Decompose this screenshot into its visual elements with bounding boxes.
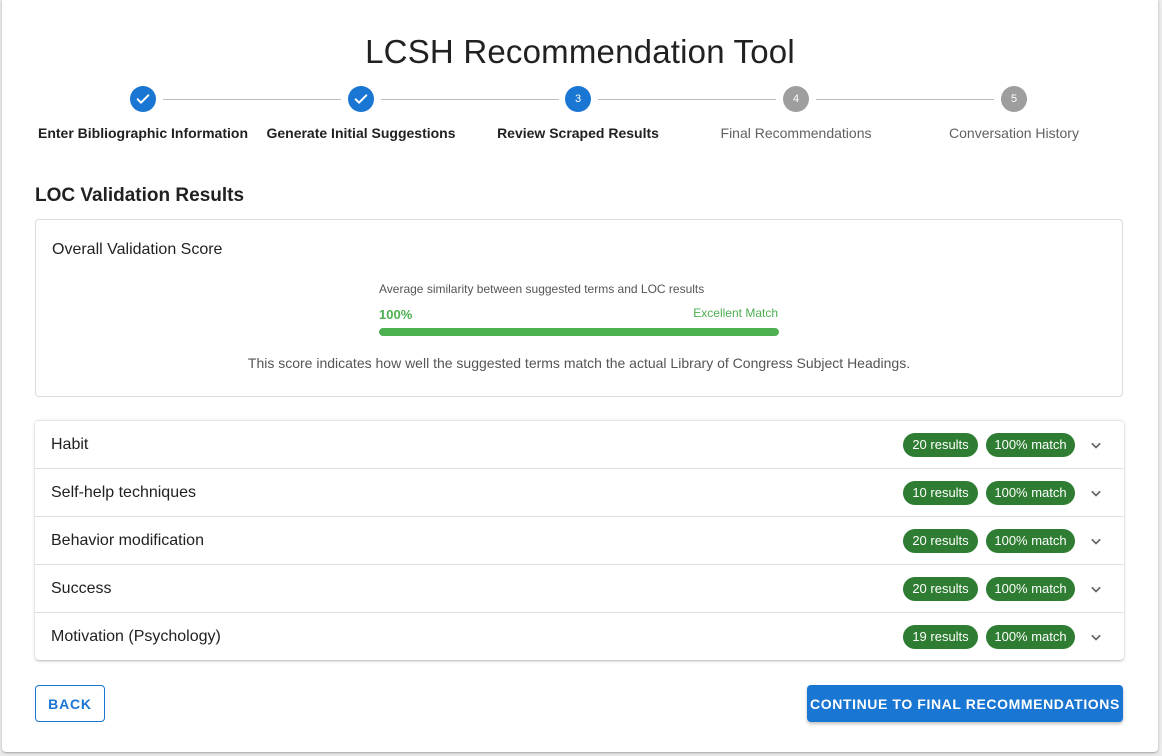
check-icon: [130, 86, 156, 112]
step-label: Generate Initial Suggestions: [266, 125, 456, 141]
score-progress-fill: [379, 328, 779, 336]
score-percentage: 100%: [379, 307, 413, 322]
back-button[interactable]: BACK: [35, 685, 105, 722]
results-count-chip: 19 results: [903, 624, 978, 649]
score-description: Average similarity between suggested ter…: [379, 282, 705, 296]
term-row-habit[interactable]: Habit 20 results 100% match: [35, 420, 1124, 468]
term-label: Behavior modification: [51, 531, 204, 549]
chevron-down-icon[interactable]: [1086, 531, 1106, 551]
step-label: Conversation History: [949, 125, 1079, 141]
chevron-down-icon[interactable]: [1086, 627, 1106, 647]
step-review-scraped[interactable]: 3 Review Scraped Results: [468, 86, 688, 141]
step-number: 5: [1001, 86, 1027, 112]
term-label: Success: [51, 579, 112, 597]
score-card-title: Overall Validation Score: [52, 241, 223, 258]
chevron-down-icon[interactable]: [1086, 483, 1106, 503]
term-row-behavior-modification[interactable]: Behavior modification 20 results 100% ma…: [35, 516, 1124, 564]
match-chip: 100% match: [986, 624, 1075, 649]
term-label: Self-help techniques: [51, 483, 196, 501]
term-label: Motivation (Psychology): [51, 627, 221, 645]
chevron-down-icon[interactable]: [1086, 435, 1106, 455]
score-note: This score indicates how well the sugges…: [247, 355, 911, 371]
results-count-chip: 20 results: [903, 528, 978, 553]
continue-button[interactable]: CONTINUE TO FINAL RECOMMENDATIONS: [807, 685, 1123, 722]
step-number: 3: [565, 86, 591, 112]
match-chip: 100% match: [986, 432, 1075, 457]
check-icon: [348, 86, 374, 112]
term-row-self-help[interactable]: Self-help techniques 10 results 100% mat…: [35, 468, 1124, 516]
match-chip: 100% match: [986, 528, 1075, 553]
chevron-down-icon[interactable]: [1086, 579, 1106, 599]
term-row-motivation[interactable]: Motivation (Psychology) 19 results 100% …: [35, 612, 1124, 660]
term-results-accordion: Habit 20 results 100% match Self-help te…: [35, 420, 1124, 660]
step-number: 4: [783, 86, 809, 112]
step-enter-bibliographic[interactable]: Enter Bibliographic Information: [33, 86, 253, 141]
step-label: Review Scraped Results: [497, 125, 659, 141]
step-conversation-history[interactable]: 5 Conversation History: [904, 86, 1124, 141]
step-label: Final Recommendations: [720, 125, 872, 141]
results-count-chip: 20 results: [903, 576, 978, 601]
match-chip: 100% match: [986, 576, 1075, 601]
term-label: Habit: [51, 435, 89, 453]
validation-score-card: Overall Validation Score Average similar…: [35, 219, 1123, 397]
results-count-chip: 20 results: [903, 432, 978, 457]
main-panel: LCSH Recommendation Tool Enter Bibliogra…: [2, 0, 1158, 752]
term-row-success[interactable]: Success 20 results 100% match: [35, 564, 1124, 612]
step-label: Enter Bibliographic Information: [37, 125, 248, 141]
page-title: LCSH Recommendation Tool: [365, 33, 795, 70]
results-count-chip: 10 results: [903, 480, 978, 505]
match-chip: 100% match: [986, 480, 1075, 505]
score-rating: Excellent Match: [693, 306, 778, 320]
step-generate-suggestions[interactable]: Generate Initial Suggestions: [251, 86, 471, 141]
step-final-recommendations[interactable]: 4 Final Recommendations: [686, 86, 906, 141]
section-title: LOC Validation Results: [35, 185, 245, 206]
score-progress-bar: [379, 328, 779, 336]
